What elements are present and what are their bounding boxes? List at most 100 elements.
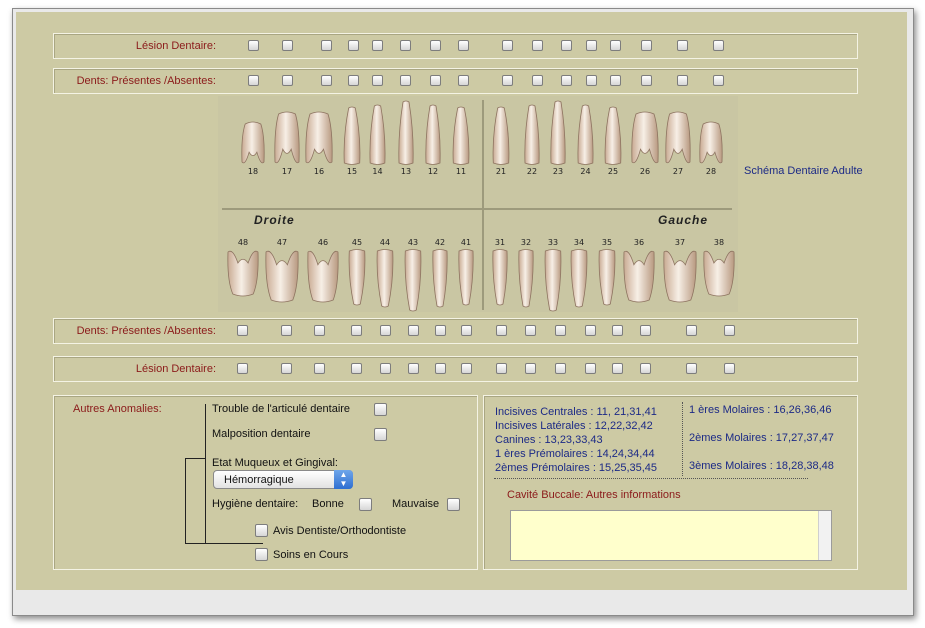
lesion-top-checkbox-3[interactable] [321, 40, 332, 51]
lesion-top-checkbox-6[interactable] [400, 40, 411, 51]
presence-bottom-checkbox-8[interactable] [461, 325, 472, 336]
presence-bottom-checkbox-9[interactable] [496, 325, 507, 336]
lesion-bottom-checkbox-4[interactable] [351, 363, 362, 374]
presence-bottom-checkbox-5[interactable] [380, 325, 391, 336]
hygiene-bonne-checkbox[interactable] [359, 498, 372, 511]
presence-bottom-checkbox-2[interactable] [281, 325, 292, 336]
bracket-line-h1 [185, 458, 205, 459]
presence-top-checkbox-7[interactable] [430, 75, 441, 86]
lesion-top-checkbox-2[interactable] [282, 40, 293, 51]
lesion-top-checkbox-16[interactable] [713, 40, 724, 51]
presence-bottom-checkbox-11[interactable] [555, 325, 566, 336]
presence-top-checkbox-10[interactable] [532, 75, 543, 86]
lesion-top-checkbox-7[interactable] [430, 40, 441, 51]
legend-molaires3: 3èmes Molaires : 18,28,38,48 [689, 460, 834, 472]
lesion-top-checkbox-15[interactable] [677, 40, 688, 51]
presence-bottom-checkbox-10[interactable] [525, 325, 536, 336]
presence-bottom-checkbox-4[interactable] [351, 325, 362, 336]
tooth-number-27: 27 [672, 167, 684, 176]
presence-top-checkbox-12[interactable] [586, 75, 597, 86]
tooth-35 [596, 248, 618, 306]
presence-bottom-checkbox-14[interactable] [640, 325, 651, 336]
tooth-number-12: 12 [427, 167, 439, 176]
presence-top-checkbox-15[interactable] [677, 75, 688, 86]
presence-top-checkbox-5[interactable] [372, 75, 383, 86]
lesion-bottom-checkbox-11[interactable] [555, 363, 566, 374]
lesion-bottom-checkbox-5[interactable] [380, 363, 391, 374]
trouble-checkbox[interactable] [374, 403, 387, 416]
lesion-bottom-checkbox-3[interactable] [314, 363, 325, 374]
legend-underline [494, 478, 808, 479]
presence-bottom-checkbox-1[interactable] [237, 325, 248, 336]
presence-bottom-checkbox-6[interactable] [408, 325, 419, 336]
hygiene-mauvaise-label: Mauvaise [392, 498, 440, 510]
presence-top-checkbox-4[interactable] [348, 75, 359, 86]
tooth-21 [490, 106, 512, 166]
lesion-bottom-checkbox-2[interactable] [281, 363, 292, 374]
hygiene-mauvaise-checkbox[interactable] [447, 498, 460, 511]
tooth-13 [396, 100, 418, 166]
tooth-27 [664, 110, 691, 166]
lesion-bottom-checkbox-8[interactable] [461, 363, 472, 374]
lesion-top-checkbox-1[interactable] [248, 40, 259, 51]
lesion-top-checkbox-14[interactable] [641, 40, 652, 51]
presence-top-checkbox-6[interactable] [400, 75, 411, 86]
tooth-23 [548, 100, 570, 166]
tooth-number-13: 13 [400, 167, 412, 176]
lesion-bottom-checkbox-15[interactable] [686, 363, 697, 374]
cavite-scrollbar[interactable] [818, 511, 831, 560]
presence-top-checkbox-8[interactable] [458, 75, 469, 86]
anomalies-title: Autres Anomalies: [73, 403, 162, 415]
presence-bottom-checkbox-13[interactable] [612, 325, 623, 336]
presence-bottom-checkbox-16[interactable] [724, 325, 735, 336]
malposition-label: Malposition dentaire [212, 428, 311, 440]
lesion-bottom-checkbox-12[interactable] [585, 363, 596, 374]
tooth-31 [490, 248, 512, 306]
tooth-number-23: 23 [552, 167, 564, 176]
lesion-bottom-checkbox-6[interactable] [408, 363, 419, 374]
etat-select-value: Hémorragique [224, 474, 294, 486]
presence-top-checkbox-9[interactable] [502, 75, 513, 86]
lesion-bottom-checkbox-10[interactable] [525, 363, 536, 374]
lesion-bottom-checkbox-1[interactable] [237, 363, 248, 374]
lesion-bottom-checkbox-7[interactable] [435, 363, 446, 374]
tooth-32 [516, 248, 538, 308]
tooth-number-35: 35 [601, 238, 613, 247]
malposition-checkbox[interactable] [374, 428, 387, 441]
lesion-top-checkbox-9[interactable] [502, 40, 513, 51]
lesion-bottom-checkbox-16[interactable] [724, 363, 735, 374]
lesion-top-checkbox-10[interactable] [532, 40, 543, 51]
lesion-top-checkbox-8[interactable] [458, 40, 469, 51]
lesion-top-checkbox-5[interactable] [372, 40, 383, 51]
tooth-number-42: 42 [434, 238, 446, 247]
presence-top-checkbox-13[interactable] [610, 75, 621, 86]
tooth-11 [450, 106, 472, 166]
etat-select[interactable]: Hémorragique ▲ ▼ [213, 470, 353, 489]
presence-bottom-checkbox-12[interactable] [585, 325, 596, 336]
lesion-bottom-checkbox-13[interactable] [612, 363, 623, 374]
lesion-bottom-checkbox-9[interactable] [496, 363, 507, 374]
presence-bottom-checkbox-3[interactable] [314, 325, 325, 336]
soins-checkbox[interactable] [255, 548, 268, 561]
presence-top-checkbox-2[interactable] [282, 75, 293, 86]
presence-top-checkbox-3[interactable] [321, 75, 332, 86]
lesion-top-checkbox-13[interactable] [610, 40, 621, 51]
lesion-bottom-checkbox-14[interactable] [640, 363, 651, 374]
lesion-top-checkbox-11[interactable] [561, 40, 572, 51]
presence-top-checkbox-16[interactable] [713, 75, 724, 86]
tooth-number-43: 43 [407, 238, 419, 247]
tooth-number-37: 37 [674, 238, 686, 247]
presence-bottom-checkbox-7[interactable] [435, 325, 446, 336]
presence-bottom-label: Dents: Présentes /Absentes: [76, 325, 216, 337]
presence-top-checkbox-1[interactable] [248, 75, 259, 86]
presence-top-checkbox-11[interactable] [561, 75, 572, 86]
tooth-number-28: 28 [705, 167, 717, 176]
hygiene-label: Hygiène dentaire: [212, 498, 299, 510]
lesion-top-checkbox-4[interactable] [348, 40, 359, 51]
lesion-top-checkbox-12[interactable] [586, 40, 597, 51]
presence-top-checkbox-14[interactable] [641, 75, 652, 86]
avis-checkbox[interactable] [255, 524, 268, 537]
presence-bottom-checkbox-15[interactable] [686, 325, 697, 336]
cavite-textarea[interactable] [510, 510, 832, 561]
legend-incisives-centrales: Incisives Centrales : 11, 21,31,41 [495, 406, 657, 418]
